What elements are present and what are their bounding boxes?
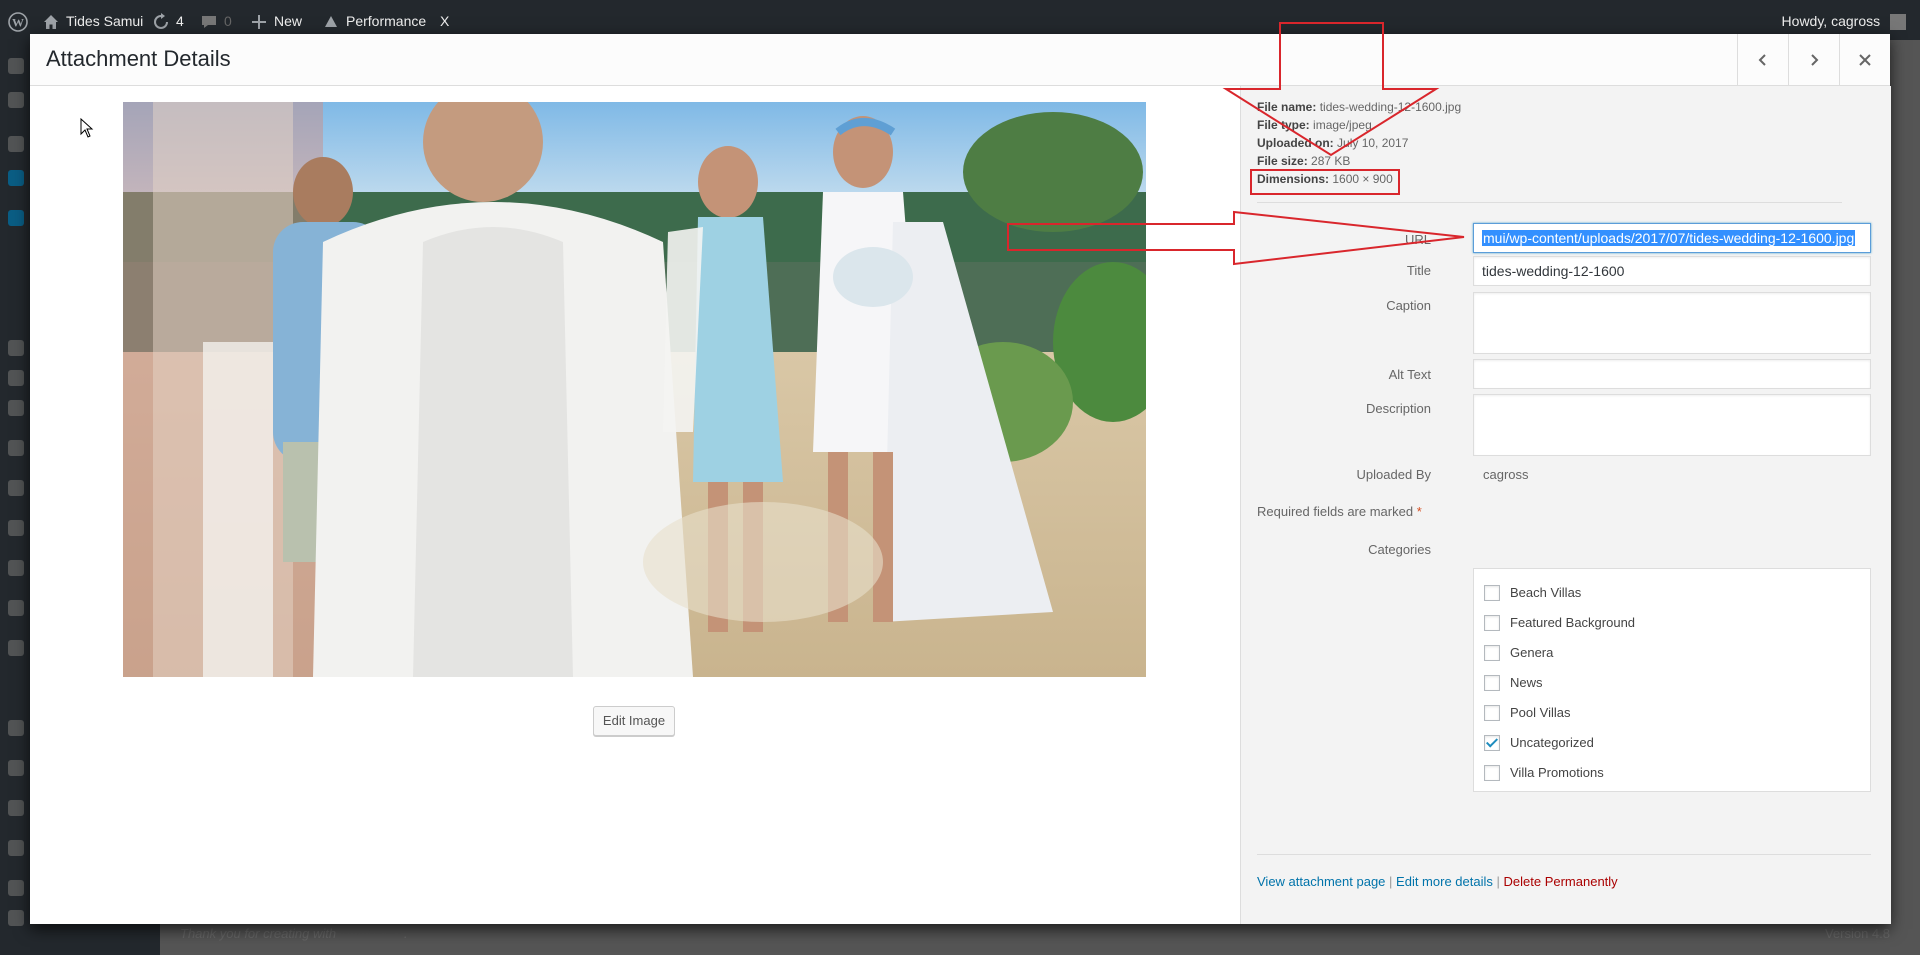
right-arrow-annotation xyxy=(1007,210,1465,266)
down-arrow-annotation xyxy=(1222,22,1440,157)
annotation-arrows xyxy=(1007,22,1465,266)
